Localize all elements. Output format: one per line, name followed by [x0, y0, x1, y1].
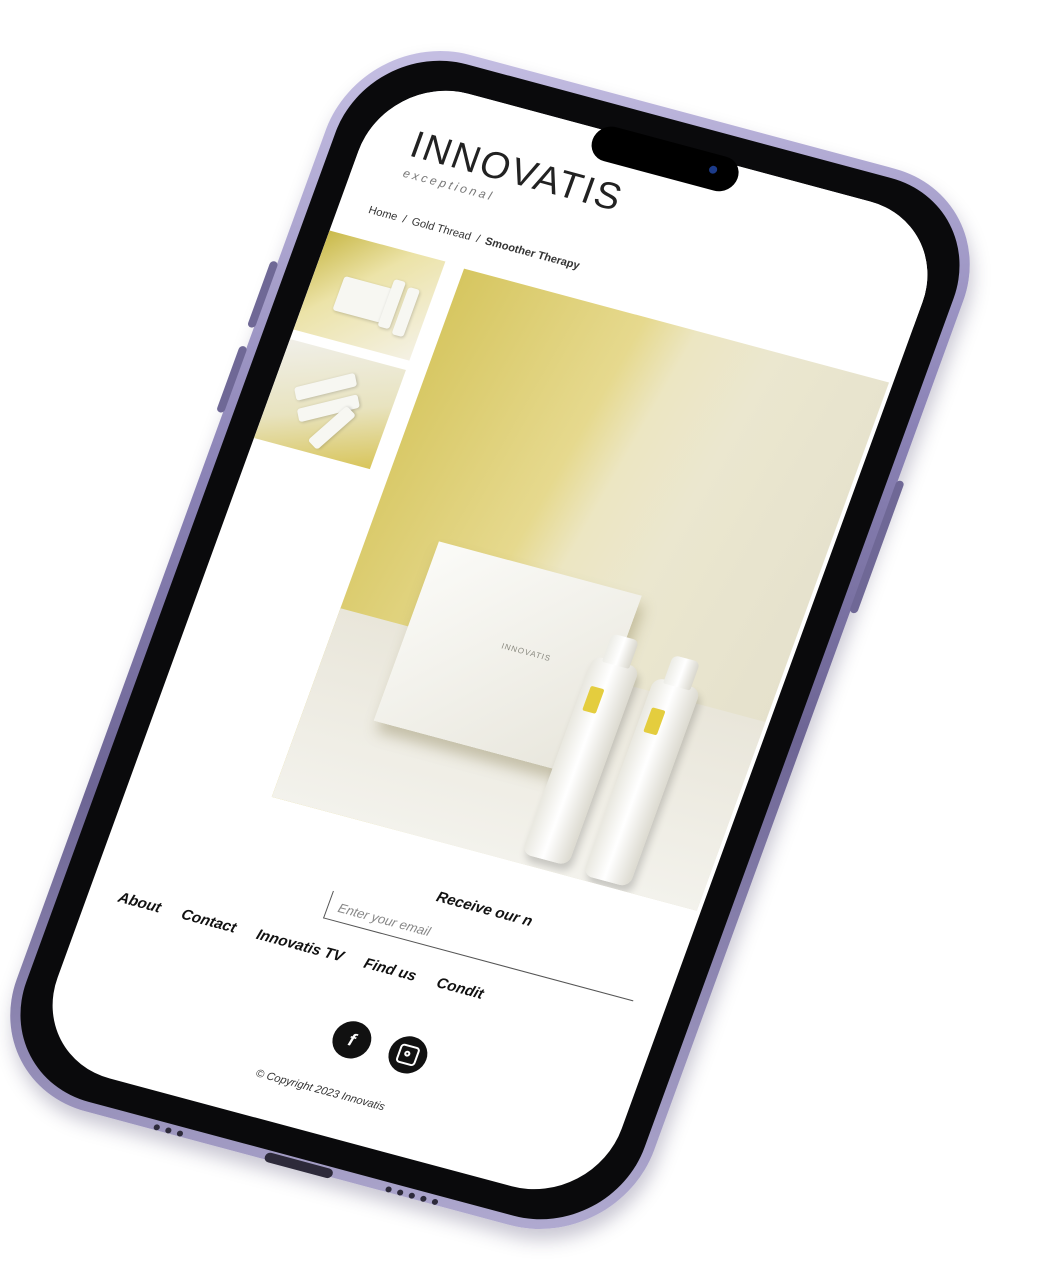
phone-device: INNOVATIS exceptional Home / Gold Thread…	[0, 26, 1002, 1254]
footer-link-about[interactable]: About	[116, 889, 164, 916]
footer-link-find-us[interactable]: Find us	[361, 955, 418, 985]
breadcrumb-separator: /	[400, 213, 408, 226]
gift-box-brand: INNOVATIS	[500, 641, 553, 664]
stage: INNOVATIS exceptional Home / Gold Thread…	[0, 0, 1038, 1285]
footer-link-conditions[interactable]: Condit	[434, 974, 486, 1002]
copyright-text: © Copyright 2023 Innovatis	[253, 1067, 387, 1114]
camera-lens-icon	[707, 164, 719, 175]
social-links: f	[327, 1017, 433, 1078]
footer-link-innovatis-tv[interactable]: Innovatis TV	[254, 926, 346, 965]
breadcrumb-separator: /	[474, 233, 482, 246]
breadcrumb-gold-thread[interactable]: Gold Thread	[410, 216, 473, 243]
instagram-icon[interactable]	[383, 1032, 433, 1078]
product-thumbnail-2[interactable]	[253, 338, 406, 470]
footer-link-contact[interactable]: Contact	[179, 906, 239, 936]
product-thumbnail-1[interactable]	[293, 230, 446, 361]
breadcrumb-home[interactable]: Home	[367, 204, 399, 223]
phone-screen: INNOVATIS exceptional Home / Gold Thread…	[28, 72, 952, 1208]
breadcrumb-current: Smoother Therapy	[483, 235, 582, 273]
facebook-icon[interactable]: f	[327, 1017, 377, 1063]
